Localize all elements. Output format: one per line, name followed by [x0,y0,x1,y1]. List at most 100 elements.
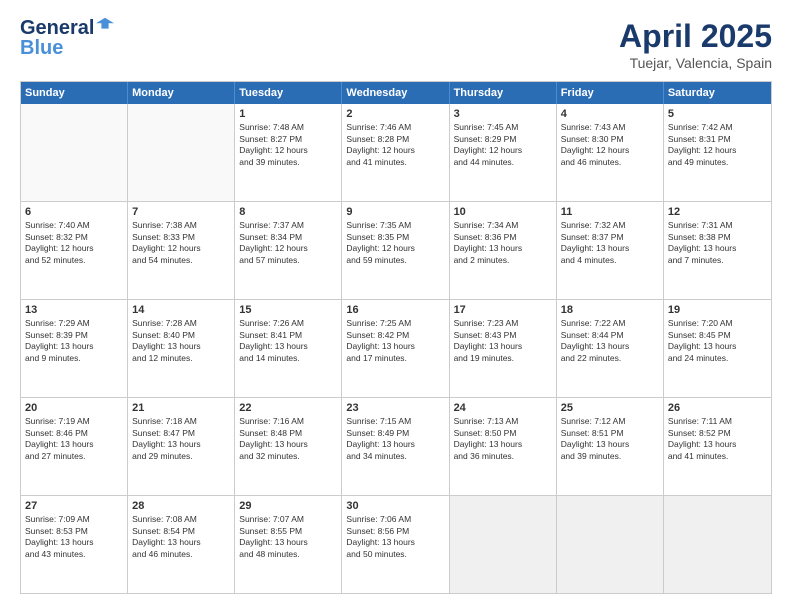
day-number: 16 [346,303,444,317]
calendar-cell: 26Sunrise: 7:11 AM Sunset: 8:52 PM Dayli… [664,398,771,495]
day-number: 13 [25,303,123,317]
day-number: 1 [239,107,337,121]
calendar-row: 27Sunrise: 7:09 AM Sunset: 8:53 PM Dayli… [21,495,771,593]
day-number: 2 [346,107,444,121]
calendar-cell: 15Sunrise: 7:26 AM Sunset: 8:41 PM Dayli… [235,300,342,397]
logo-blue: Blue [20,37,63,59]
cell-info: Sunrise: 7:48 AM Sunset: 8:27 PM Dayligh… [239,122,337,168]
calendar-cell [450,496,557,593]
calendar-header-cell: Thursday [450,82,557,104]
calendar-cell [557,496,664,593]
calendar-cell: 17Sunrise: 7:23 AM Sunset: 8:43 PM Dayli… [450,300,557,397]
cell-info: Sunrise: 7:29 AM Sunset: 8:39 PM Dayligh… [25,318,123,364]
cell-info: Sunrise: 7:18 AM Sunset: 8:47 PM Dayligh… [132,416,230,462]
calendar-cell: 2Sunrise: 7:46 AM Sunset: 8:28 PM Daylig… [342,104,449,201]
calendar-cell: 16Sunrise: 7:25 AM Sunset: 8:42 PM Dayli… [342,300,449,397]
main-title: April 2025 [619,18,772,55]
day-number: 8 [239,205,337,219]
calendar-row: 20Sunrise: 7:19 AM Sunset: 8:46 PM Dayli… [21,397,771,495]
day-number: 20 [25,401,123,415]
day-number: 7 [132,205,230,219]
cell-info: Sunrise: 7:26 AM Sunset: 8:41 PM Dayligh… [239,318,337,364]
day-number: 9 [346,205,444,219]
day-number: 19 [668,303,767,317]
cell-info: Sunrise: 7:08 AM Sunset: 8:54 PM Dayligh… [132,514,230,560]
cell-info: Sunrise: 7:09 AM Sunset: 8:53 PM Dayligh… [25,514,123,560]
calendar-cell: 25Sunrise: 7:12 AM Sunset: 8:51 PM Dayli… [557,398,664,495]
day-number: 6 [25,205,123,219]
cell-info: Sunrise: 7:07 AM Sunset: 8:55 PM Dayligh… [239,514,337,560]
calendar-cell: 24Sunrise: 7:13 AM Sunset: 8:50 PM Dayli… [450,398,557,495]
calendar-header-cell: Wednesday [342,82,449,104]
calendar-row: 13Sunrise: 7:29 AM Sunset: 8:39 PM Dayli… [21,299,771,397]
cell-info: Sunrise: 7:35 AM Sunset: 8:35 PM Dayligh… [346,220,444,266]
day-number: 30 [346,499,444,513]
logo-general: General [20,17,94,39]
subtitle: Tuejar, Valencia, Spain [619,55,772,71]
calendar-header-cell: Monday [128,82,235,104]
calendar-body: 1Sunrise: 7:48 AM Sunset: 8:27 PM Daylig… [21,104,771,593]
calendar-cell: 9Sunrise: 7:35 AM Sunset: 8:35 PM Daylig… [342,202,449,299]
page: General Blue April 2025 Tuejar, Valencia… [0,0,792,612]
day-number: 26 [668,401,767,415]
calendar-cell: 20Sunrise: 7:19 AM Sunset: 8:46 PM Dayli… [21,398,128,495]
calendar-cell: 3Sunrise: 7:45 AM Sunset: 8:29 PM Daylig… [450,104,557,201]
calendar-header-cell: Saturday [664,82,771,104]
calendar-cell: 4Sunrise: 7:43 AM Sunset: 8:30 PM Daylig… [557,104,664,201]
day-number: 23 [346,401,444,415]
calendar-cell [21,104,128,201]
calendar-cell: 1Sunrise: 7:48 AM Sunset: 8:27 PM Daylig… [235,104,342,201]
calendar-cell: 21Sunrise: 7:18 AM Sunset: 8:47 PM Dayli… [128,398,235,495]
calendar-cell: 12Sunrise: 7:31 AM Sunset: 8:38 PM Dayli… [664,202,771,299]
cell-info: Sunrise: 7:22 AM Sunset: 8:44 PM Dayligh… [561,318,659,364]
cell-info: Sunrise: 7:31 AM Sunset: 8:38 PM Dayligh… [668,220,767,266]
cell-info: Sunrise: 7:28 AM Sunset: 8:40 PM Dayligh… [132,318,230,364]
cell-info: Sunrise: 7:16 AM Sunset: 8:48 PM Dayligh… [239,416,337,462]
day-number: 11 [561,205,659,219]
day-number: 18 [561,303,659,317]
day-number: 17 [454,303,552,317]
calendar-header: SundayMondayTuesdayWednesdayThursdayFrid… [21,82,771,104]
cell-info: Sunrise: 7:23 AM Sunset: 8:43 PM Dayligh… [454,318,552,364]
calendar: SundayMondayTuesdayWednesdayThursdayFrid… [20,81,772,594]
calendar-cell: 18Sunrise: 7:22 AM Sunset: 8:44 PM Dayli… [557,300,664,397]
calendar-header-cell: Tuesday [235,82,342,104]
cell-info: Sunrise: 7:15 AM Sunset: 8:49 PM Dayligh… [346,416,444,462]
day-number: 10 [454,205,552,219]
day-number: 15 [239,303,337,317]
cell-info: Sunrise: 7:32 AM Sunset: 8:37 PM Dayligh… [561,220,659,266]
calendar-row: 6Sunrise: 7:40 AM Sunset: 8:32 PM Daylig… [21,201,771,299]
calendar-row: 1Sunrise: 7:48 AM Sunset: 8:27 PM Daylig… [21,104,771,201]
cell-info: Sunrise: 7:19 AM Sunset: 8:46 PM Dayligh… [25,416,123,462]
cell-info: Sunrise: 7:46 AM Sunset: 8:28 PM Dayligh… [346,122,444,168]
calendar-cell [128,104,235,201]
calendar-cell: 19Sunrise: 7:20 AM Sunset: 8:45 PM Dayli… [664,300,771,397]
calendar-header-cell: Sunday [21,82,128,104]
calendar-cell: 10Sunrise: 7:34 AM Sunset: 8:36 PM Dayli… [450,202,557,299]
calendar-cell: 29Sunrise: 7:07 AM Sunset: 8:55 PM Dayli… [235,496,342,593]
cell-info: Sunrise: 7:43 AM Sunset: 8:30 PM Dayligh… [561,122,659,168]
calendar-cell: 27Sunrise: 7:09 AM Sunset: 8:53 PM Dayli… [21,496,128,593]
day-number: 12 [668,205,767,219]
day-number: 3 [454,107,552,121]
header: General Blue April 2025 Tuejar, Valencia… [20,18,772,71]
cell-info: Sunrise: 7:42 AM Sunset: 8:31 PM Dayligh… [668,122,767,168]
cell-info: Sunrise: 7:12 AM Sunset: 8:51 PM Dayligh… [561,416,659,462]
calendar-cell: 11Sunrise: 7:32 AM Sunset: 8:37 PM Dayli… [557,202,664,299]
cell-info: Sunrise: 7:20 AM Sunset: 8:45 PM Dayligh… [668,318,767,364]
calendar-cell: 8Sunrise: 7:37 AM Sunset: 8:34 PM Daylig… [235,202,342,299]
day-number: 5 [668,107,767,121]
calendar-cell: 30Sunrise: 7:06 AM Sunset: 8:56 PM Dayli… [342,496,449,593]
calendar-header-cell: Friday [557,82,664,104]
calendar-cell: 5Sunrise: 7:42 AM Sunset: 8:31 PM Daylig… [664,104,771,201]
day-number: 22 [239,401,337,415]
calendar-cell: 28Sunrise: 7:08 AM Sunset: 8:54 PM Dayli… [128,496,235,593]
title-block: April 2025 Tuejar, Valencia, Spain [619,18,772,71]
cell-info: Sunrise: 7:06 AM Sunset: 8:56 PM Dayligh… [346,514,444,560]
logo: General Blue [20,18,114,58]
day-number: 14 [132,303,230,317]
cell-info: Sunrise: 7:34 AM Sunset: 8:36 PM Dayligh… [454,220,552,266]
calendar-cell: 22Sunrise: 7:16 AM Sunset: 8:48 PM Dayli… [235,398,342,495]
day-number: 4 [561,107,659,121]
logo-bird-icon [96,16,114,34]
